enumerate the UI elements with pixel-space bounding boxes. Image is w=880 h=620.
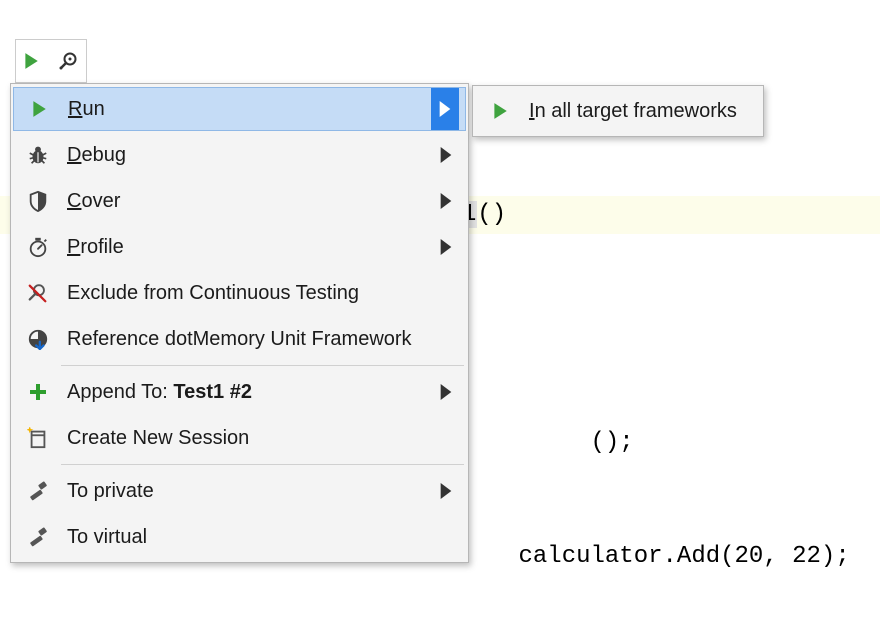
menu-item-to-virtual[interactable]: To virtual xyxy=(13,514,466,560)
run-icon xyxy=(20,100,58,118)
submenu-item-all-frameworks[interactable]: In all target frameworks xyxy=(475,88,761,134)
menu-label: Create New Session xyxy=(57,427,432,450)
menu-label: Cover xyxy=(57,190,432,213)
context-menu: Run Debug Cover Profile xyxy=(10,83,469,563)
menu-item-debug[interactable]: Debug xyxy=(13,132,466,178)
menu-label: To private xyxy=(57,480,432,503)
menu-separator xyxy=(61,464,464,465)
menu-label: Debug xyxy=(57,144,432,167)
submenu-arrow-icon xyxy=(432,224,460,270)
menu-label: Append To: Test1 #2 xyxy=(57,381,432,404)
menu-label: In all target frameworks xyxy=(519,100,755,123)
dotmemory-icon xyxy=(19,328,57,350)
menu-item-append-to[interactable]: Append To: Test1 #2 xyxy=(13,369,466,415)
stopwatch-icon xyxy=(19,236,57,258)
hammer-icon xyxy=(19,526,57,548)
run-icon xyxy=(481,102,519,120)
menu-label: Exclude from Continuous Testing xyxy=(57,282,432,305)
inspect-icon[interactable] xyxy=(58,50,80,72)
run-icon[interactable] xyxy=(22,52,40,70)
exclude-icon xyxy=(19,282,57,304)
menu-item-new-session[interactable]: Create New Session xyxy=(13,415,466,461)
shield-icon xyxy=(19,190,57,212)
menu-item-profile[interactable]: Profile xyxy=(13,224,466,270)
hammer-icon xyxy=(19,480,57,502)
submenu-arrow-icon xyxy=(432,468,460,514)
menu-label: To virtual xyxy=(57,526,432,549)
submenu-arrow-icon xyxy=(432,132,460,178)
submenu-arrow-icon xyxy=(431,88,459,130)
menu-separator xyxy=(61,365,464,366)
bug-icon xyxy=(19,144,57,166)
plus-icon xyxy=(19,382,57,402)
menu-label: Profile xyxy=(57,236,432,259)
menu-item-reference-dotmemory[interactable]: Reference dotMemory Unit Framework xyxy=(13,316,466,362)
menu-label: Run xyxy=(58,98,431,121)
gutter-action-icons[interactable] xyxy=(15,39,87,83)
menu-label: Reference dotMemory Unit Framework xyxy=(57,328,432,351)
menu-item-exclude-ct[interactable]: Exclude from Continuous Testing xyxy=(13,270,466,316)
menu-item-to-private[interactable]: To private xyxy=(13,468,466,514)
submenu-arrow-icon xyxy=(432,369,460,415)
menu-item-cover[interactable]: Cover xyxy=(13,178,466,224)
menu-item-run[interactable]: Run xyxy=(13,87,466,131)
new-session-icon xyxy=(19,427,57,449)
submenu-arrow-icon xyxy=(432,178,460,224)
context-submenu: In all target frameworks xyxy=(472,85,764,137)
